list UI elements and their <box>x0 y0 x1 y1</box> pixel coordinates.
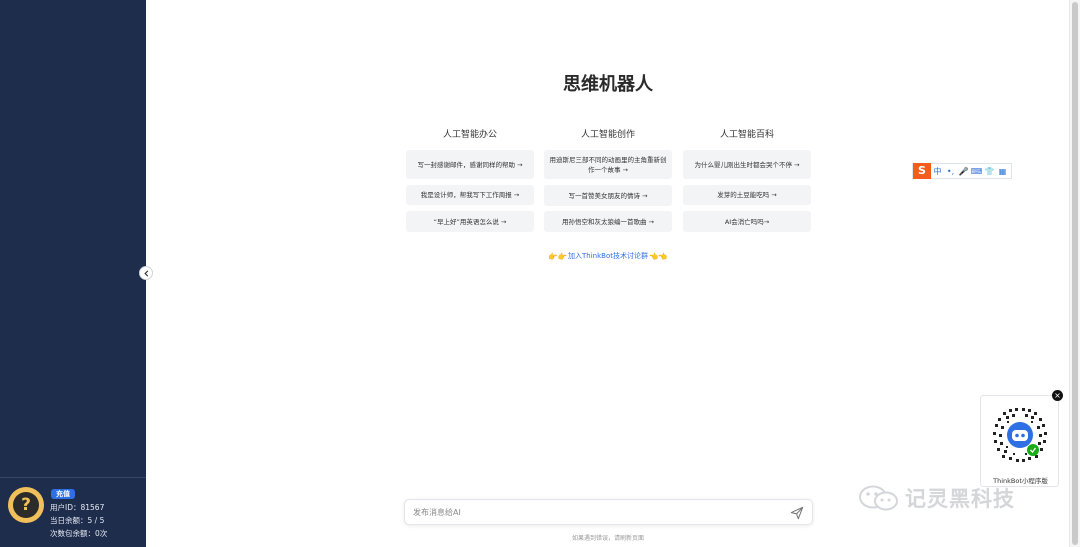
sidebar: ? 充值 用户ID：81567 当日余额：5 / 5 次数包余额：0次 <box>0 0 146 547</box>
app-root: ? 充值 用户ID：81567 当日余额：5 / 5 次数包余额：0次 思维机器… <box>0 0 1080 547</box>
join-group-label: 加入ThinkBot技术讨论群 <box>568 252 648 260</box>
recharge-button[interactable]: 充值 <box>51 489 75 499</box>
column-title-creation: 人工智能创作 <box>580 130 635 140</box>
question-mark-icon: ? <box>13 492 39 518</box>
column-title-office: 人工智能办公 <box>442 130 497 140</box>
avatar[interactable]: ? <box>8 487 44 523</box>
wechat-logo-icon <box>859 485 898 511</box>
ime-toolbox-icon[interactable]: ▦ <box>996 164 1009 178</box>
prompt-card[interactable]: 发芽的土豆能吃吗 → <box>683 185 811 205</box>
user-panel: ? 充值 用户ID：81567 当日余额：5 / 5 次数包余额：0次 <box>0 478 146 547</box>
message-input[interactable] <box>413 504 773 521</box>
ime-punctuation-icon[interactable]: •, <box>944 164 957 178</box>
daily-balance-text: 当日余额：5 / 5 <box>50 516 105 525</box>
sidebar-collapse-button[interactable] <box>139 266 153 280</box>
scrollbar-thumb[interactable] <box>1072 2 1078 545</box>
prompt-card[interactable]: 写一封感谢邮件，感谢同样的帮助 → <box>406 150 534 179</box>
ime-keyboard-icon[interactable]: ⌨ <box>970 164 983 178</box>
column-title-encyclopedia: 人工智能百科 <box>719 130 774 140</box>
ime-skin-icon[interactable]: 👕 <box>983 164 996 178</box>
watermark: 记灵黑科技 <box>858 485 1015 511</box>
qr-code-icon <box>990 405 1050 465</box>
scrollbar[interactable] <box>1069 0 1080 547</box>
prompt-card[interactable]: 用孙悟空和灰太狼编一首歌曲 → <box>544 211 672 232</box>
pointing-hand-icon: 👉👉 <box>548 251 567 261</box>
prompt-card[interactable]: 我是设计师，帮我写下工作周报 → <box>406 185 534 205</box>
join-group-link[interactable]: 👉👉 加入ThinkBot技术讨论群 👈👈 <box>540 250 676 262</box>
sogou-logo-icon[interactable]: S <box>913 163 931 179</box>
prompt-card[interactable]: AI会消亡吗吗→ <box>683 211 811 232</box>
footer-hint: 如果遇到错误，请刷新页面 <box>571 535 644 542</box>
prompt-card[interactable]: 为什么婴儿刚出生时都会哭个不停 → <box>683 150 811 179</box>
prompt-card[interactable]: 写一首赞美女朋友的情诗 → <box>544 185 672 206</box>
prompt-card[interactable]: “早上好”用英语怎么说 → <box>406 211 534 232</box>
pack-balance-text: 次数包余额：0次 <box>50 529 108 538</box>
chevron-left-icon <box>143 269 148 277</box>
ime-toolbar: S 中 •, 🎤 ⌨ 👕 ▦ <box>912 163 1012 179</box>
page-title: 思维机器人 <box>563 74 653 95</box>
miniprogram-qr-popup: ThinkBot小程序版 <box>980 395 1059 487</box>
chat-input-box <box>404 499 813 525</box>
close-icon[interactable]: × <box>1052 390 1063 401</box>
prompt-card[interactable]: 用迪斯尼三部不同的动画里的主角重新创作一个故事 → <box>544 150 672 179</box>
send-icon[interactable] <box>790 506 804 520</box>
ime-microphone-icon[interactable]: 🎤 <box>957 164 970 178</box>
ime-chinese-mode-icon[interactable]: 中 <box>931 164 944 178</box>
user-id-text: 用户ID：81567 <box>50 503 105 512</box>
watermark-text: 记灵黑科技 <box>905 487 1015 511</box>
pointing-hand-icon: 👈👈 <box>648 251 668 261</box>
